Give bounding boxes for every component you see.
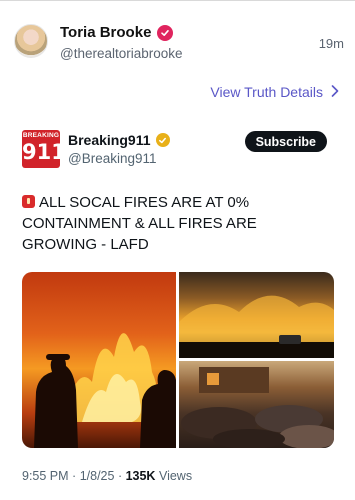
views-count: 135K xyxy=(125,469,156,483)
logo-top-text: BREAKING xyxy=(22,132,60,139)
footer-date: 1/8/25 xyxy=(79,469,115,483)
quoted-post-text: ALL SOCAL FIRES ARE AT 0% CONTAINMENT & … xyxy=(22,192,334,255)
author-handle[interactable]: @therealtoriabrooke xyxy=(60,46,183,61)
siren-emoji-icon xyxy=(22,195,35,208)
media-image-firefighters[interactable] xyxy=(22,272,176,448)
top-divider xyxy=(0,0,355,1)
author-display-name[interactable]: Toria Brooke xyxy=(60,24,151,41)
footer-separator: · xyxy=(117,469,126,483)
author-name-row: Toria Brooke xyxy=(60,24,174,41)
avatar[interactable] xyxy=(14,24,48,58)
view-truth-details-label: View Truth Details xyxy=(210,84,323,100)
views-label: Views xyxy=(158,469,193,483)
logo-number: 911 xyxy=(22,140,60,164)
subscribe-button[interactable]: Subscribe xyxy=(244,131,327,152)
footer-time: 9:55 PM xyxy=(22,469,69,483)
footer-separator: · xyxy=(72,469,80,483)
media-image-burned-cars[interactable] xyxy=(179,361,334,448)
quoted-handle[interactable]: @Breaking911 xyxy=(68,151,157,166)
quoted-post-footer: 9:55 PM · 1/8/25 · 135K Views xyxy=(22,469,192,483)
quoted-name-row: Breaking911 xyxy=(68,132,170,148)
verified-badge-icon xyxy=(157,24,174,41)
media-grid xyxy=(22,272,334,448)
media-image-hillside-fire[interactable] xyxy=(179,272,334,358)
view-truth-details-link[interactable]: View Truth Details xyxy=(210,84,339,100)
chevron-right-icon xyxy=(331,84,339,100)
quoted-display-name[interactable]: Breaking911 xyxy=(68,132,151,148)
breaking911-logo[interactable]: BREAKING 911 xyxy=(22,130,60,168)
quoted-post-body: ALL SOCAL FIRES ARE AT 0% CONTAINMENT & … xyxy=(22,194,257,253)
quoted-post-header: BREAKING 911 Breaking911 @Breaking911 Su… xyxy=(22,130,332,170)
truth-author-header: Toria Brooke @therealtoriabrooke 19m xyxy=(14,24,344,68)
post-time: 19m xyxy=(318,36,344,51)
verified-badge-icon xyxy=(155,133,170,147)
